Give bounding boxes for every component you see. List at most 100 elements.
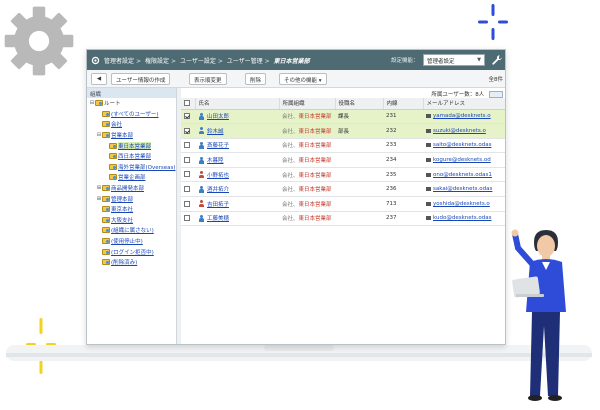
tree-item[interactable]: ⊟ ルート xyxy=(87,98,176,109)
user-name-link[interactable]: 木暮陸 xyxy=(207,156,224,164)
reorder-button[interactable]: 表示順変更 xyxy=(189,73,227,85)
user-name-link[interactable]: 工藤美穂 xyxy=(207,214,229,222)
crumb-user-management[interactable]: ユーザー管理 xyxy=(227,58,263,65)
user-list-panel: 所属ユーザー数：8人 氏名 所属組織 役職名 内線 メールアドレス 山田太郎 会社… xyxy=(181,88,505,344)
user-name-link[interactable]: 鈴木誠 xyxy=(207,127,224,135)
row-checkbox[interactable] xyxy=(184,156,190,163)
crumb-permissions[interactable]: 権限設定 xyxy=(145,58,169,65)
email-link[interactable]: kogure@desknets.od xyxy=(433,157,491,163)
title-cell xyxy=(335,181,383,198)
settings-select-value: 管理者設定 xyxy=(427,59,455,65)
folder-user-icon xyxy=(109,174,117,181)
view-options-button[interactable] xyxy=(489,91,503,98)
user-icon xyxy=(198,171,204,179)
email-link[interactable]: yoshida@desknets.o xyxy=(433,201,490,207)
tree-item[interactable]: 西日本営業部 xyxy=(87,151,176,162)
email-link[interactable]: suzuki@desknets.o xyxy=(433,128,486,134)
row-checkbox[interactable] xyxy=(184,142,190,149)
col-email-header[interactable]: メールアドレス xyxy=(423,98,505,110)
tree-item[interactable]: 東京本社 xyxy=(87,204,176,215)
tree-item[interactable]: 営業企画部 xyxy=(87,172,176,183)
back-button[interactable]: ◀ xyxy=(91,73,107,85)
delete-button[interactable]: 削除 xyxy=(245,73,267,85)
tree-item[interactable]: (ログイン拒否中) xyxy=(87,246,176,257)
col-ext-header[interactable]: 内線 xyxy=(383,98,424,110)
table-row[interactable]: 木暮陸 会社、東日本営業部 234 kogure@desknets.od xyxy=(181,152,505,168)
mail-icon xyxy=(426,172,431,177)
tree-item[interactable]: ⊟ 営業本部 xyxy=(87,130,176,141)
tree-item-label: 商品開発本部 xyxy=(111,186,145,193)
tree-item-label: (組織に属さない) xyxy=(111,228,154,235)
org-dept: 東日本営業部 xyxy=(298,216,332,223)
tree-item[interactable]: 東日本営業部 xyxy=(87,140,176,151)
email-link[interactable]: saito@desknets.odas xyxy=(433,142,491,148)
tree-item-label: 海外営業部(Overseas) xyxy=(118,164,176,171)
row-checkbox[interactable] xyxy=(184,215,190,222)
wrench-icon[interactable] xyxy=(491,54,503,66)
user-name-link[interactable]: 山田太郎 xyxy=(207,112,229,120)
email-link[interactable]: kudo@desknets.odas xyxy=(433,215,492,221)
crumb-admin[interactable]: 管理者設定 xyxy=(104,58,134,65)
folder-user-icon xyxy=(102,259,110,266)
tree-item[interactable]: 会社 xyxy=(87,119,176,130)
name-cell: 吉田拓子 xyxy=(195,196,279,212)
folder-user-icon xyxy=(102,132,110,139)
tree-item[interactable]: (削除済み) xyxy=(87,257,176,268)
folder-user-icon xyxy=(95,100,103,107)
row-checkbox[interactable] xyxy=(184,113,190,120)
folder-user-icon xyxy=(102,185,110,192)
row-checkbox-cell xyxy=(181,138,195,154)
table-row[interactable]: 鈴木誠 会社、東日本営業部 部長 232 suzuki@desknets.o xyxy=(181,123,505,139)
row-checkbox[interactable] xyxy=(184,186,190,193)
row-checkbox[interactable] xyxy=(184,171,190,178)
select-all-cell xyxy=(181,98,196,110)
table-row[interactable]: 酒井拓介 会社、東日本営業部 236 sakai@desknets.odas xyxy=(181,181,505,198)
tree-item-label: 会社 xyxy=(111,122,123,129)
breadcrumb: 管理者設定 > 権限設定 > ユーザー設定 > ユーザー管理 > 東日本営業部 xyxy=(104,57,310,65)
other-functions-button[interactable]: その他の機能 ▾ xyxy=(279,73,327,85)
tree-item[interactable]: (使用停止中) xyxy=(87,236,176,247)
user-name-link[interactable]: 小野拓也 xyxy=(207,171,229,179)
tree-item[interactable]: ⊞ 管理本部 xyxy=(87,193,176,204)
table-row[interactable]: 山田太郎 会社、東日本営業部 課長 231 yamada@desknets.o xyxy=(181,109,505,125)
tree-item[interactable]: 大阪支社 xyxy=(87,215,176,226)
col-name-header[interactable]: 氏名 xyxy=(195,98,280,110)
email-link[interactable]: sakai@desknets.odas xyxy=(433,186,492,192)
email-cell: ono@desknets.odas1 xyxy=(423,167,505,183)
title-cell xyxy=(335,211,383,227)
row-checkbox[interactable] xyxy=(184,127,190,134)
user-name-link[interactable]: 斎藤花子 xyxy=(207,141,229,149)
tree-item-label: (すべてのユーザー) xyxy=(111,111,159,118)
table-row[interactable]: 工藤美穂 会社、東日本営業部 237 kudo@desknets.odas xyxy=(181,211,505,227)
email-link[interactable]: ono@desknets.odas1 xyxy=(433,172,492,178)
table-row[interactable]: 斎藤花子 会社、東日本営業部 233 saito@desknets.odas xyxy=(181,138,505,154)
table-row[interactable]: 小野拓也 会社、東日本営業部 235 ono@desknets.odas1 xyxy=(181,167,505,183)
user-icon xyxy=(198,185,204,193)
col-org-header[interactable]: 所属組織 xyxy=(279,98,336,110)
row-checkbox[interactable] xyxy=(184,200,190,207)
settings-select[interactable]: 管理者設定 ▼ xyxy=(423,54,485,66)
table-row[interactable]: 吉田拓子 会社、東日本営業部 713 yoshida@desknets.o xyxy=(181,196,505,212)
user-name-link[interactable]: 酒井拓介 xyxy=(207,185,229,193)
email-link[interactable]: yamada@desknets.o xyxy=(433,113,491,119)
org-prefix: 会社、 xyxy=(282,201,299,208)
tree-item[interactable]: ⊞ 商品開発本部 xyxy=(87,183,176,194)
tree-item[interactable]: (すべてのユーザー) xyxy=(87,109,176,120)
col-title-header[interactable]: 役職名 xyxy=(335,98,384,110)
tree-item[interactable]: 海外営業部(Overseas) xyxy=(87,162,176,173)
email-cell: saito@desknets.odas xyxy=(423,138,505,154)
tree-item-label: (使用停止中) xyxy=(111,239,143,246)
user-name-link[interactable]: 吉田拓子 xyxy=(207,200,229,208)
tree-item-label: 管理本部 xyxy=(111,196,134,203)
org-prefix: 会社、 xyxy=(282,158,299,165)
row-checkbox-cell xyxy=(181,152,195,168)
row-checkbox-cell xyxy=(181,211,195,227)
tree-item-label: ルート xyxy=(104,101,121,108)
org-dept: 東日本営業部 xyxy=(298,128,332,135)
select-all-checkbox[interactable] xyxy=(184,100,190,106)
crumb-user-settings[interactable]: ユーザー設定 xyxy=(180,58,216,65)
person-illustration xyxy=(511,229,566,401)
user-icon xyxy=(198,112,204,120)
create-user-button[interactable]: ユーザー情報の作成 xyxy=(111,73,171,85)
tree-item[interactable]: (組織に属さない) xyxy=(87,225,176,236)
